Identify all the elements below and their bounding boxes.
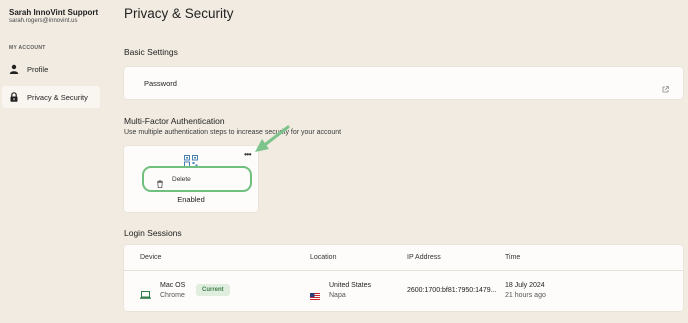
sidebar: Sarah InnoVint Support sarah.rogers@inno… (0, 0, 108, 323)
device-os: Mac OS (160, 282, 186, 289)
mfa-status: Enabled (177, 195, 205, 204)
ip-address: 2600:1700:bf81:7950:1479... (407, 287, 497, 294)
sidebar-item-label: Privacy & Security (27, 92, 88, 102)
mfa-subtitle: Use multiple authentication steps to inc… (124, 129, 342, 136)
lock-icon (9, 92, 19, 102)
user-name: Sarah InnoVint Support (9, 8, 99, 17)
column-header-time: Time (505, 254, 521, 261)
session-ago: 21 hours ago (505, 292, 546, 299)
session-date: 18 July 2024 (505, 282, 545, 289)
column-header-ip-address: IP Address (407, 254, 441, 261)
device-browser: Chrome (160, 292, 185, 299)
location-country: United States (329, 282, 372, 289)
current-badge: Current (196, 284, 230, 296)
basic-settings-heading: Basic Settings (124, 47, 178, 57)
password-label: Password (144, 79, 177, 88)
external-link-icon[interactable] (662, 80, 669, 93)
page-title: Privacy & Security (124, 6, 234, 21)
more-horizontal-icon[interactable]: ••• (244, 150, 251, 159)
sidebar-item-profile[interactable]: Profile (2, 58, 100, 80)
trash-icon (156, 175, 164, 188)
laptop-icon (140, 286, 151, 299)
delete-label: Delete (172, 175, 191, 183)
us-flag-icon (310, 287, 320, 300)
sidebar-item-privacy-security[interactable]: Privacy & Security (2, 86, 100, 108)
user-email: sarah.rogers@innovint.us (9, 18, 78, 24)
column-header-location: Location (310, 254, 337, 261)
password-card[interactable]: Password (124, 67, 683, 99)
sidebar-item-label: Profile (27, 64, 49, 74)
mfa-heading: Multi-Factor Authentication (124, 116, 225, 126)
login-sessions-heading: Login Sessions (124, 228, 182, 238)
column-header-device: Device (140, 254, 162, 261)
login-sessions-table: Device Location IP Address Time Mac OS C… (124, 245, 683, 311)
person-icon (9, 64, 19, 74)
arrow-annotation (252, 124, 292, 156)
location-city: Napa (329, 292, 346, 299)
delete-menu-item[interactable]: Delete (142, 166, 252, 192)
header-divider (124, 270, 683, 271)
qr-code-icon (184, 154, 198, 167)
my-account-label: MY ACCOUNT (9, 45, 46, 51)
